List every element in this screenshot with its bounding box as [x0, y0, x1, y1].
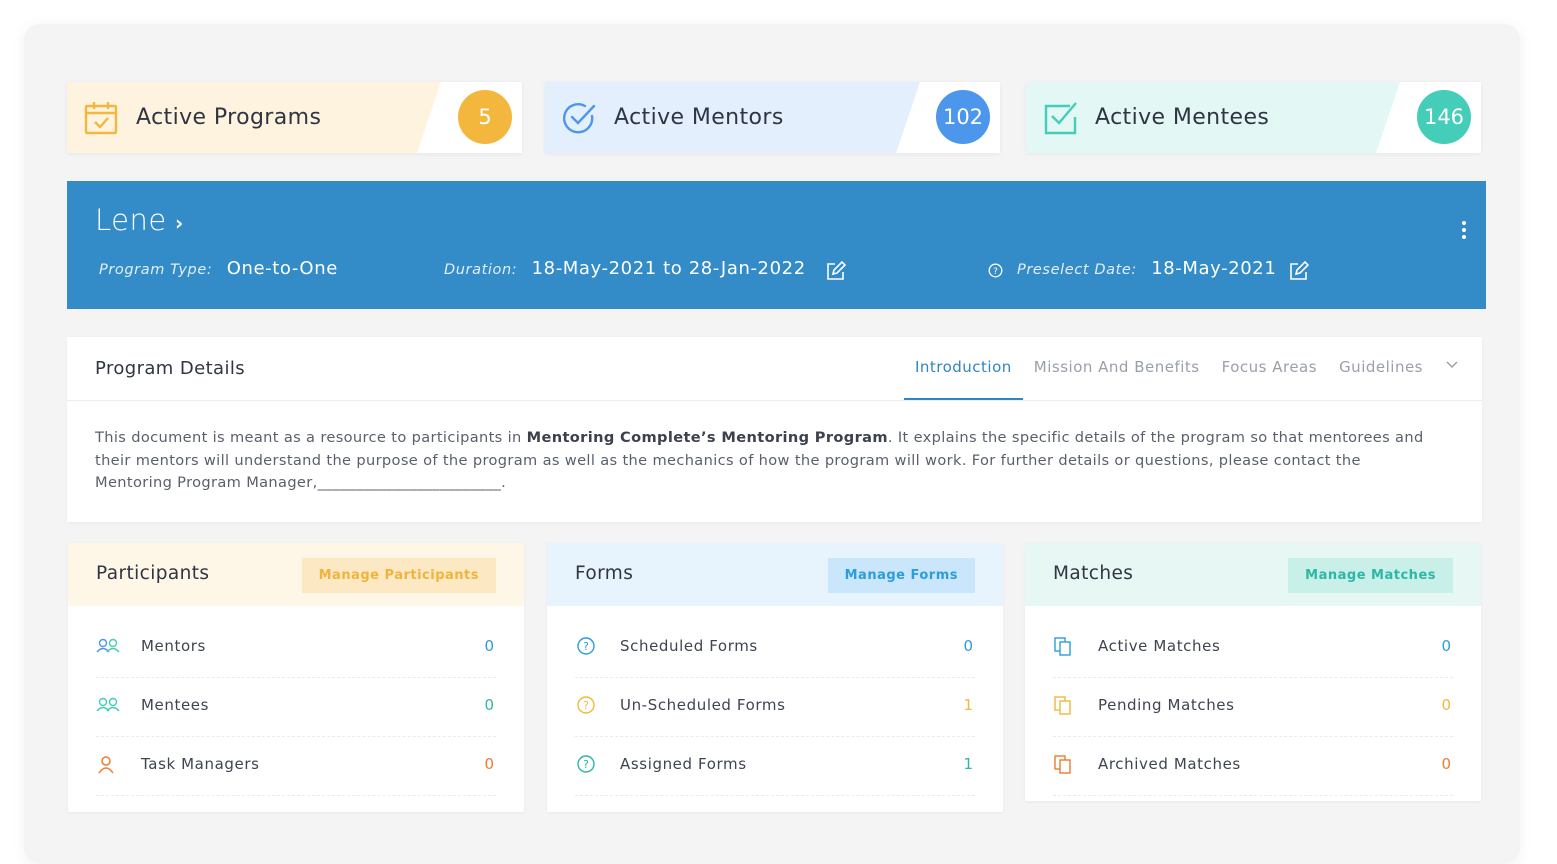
intro-text-start: This document is meant as a resource to … [95, 429, 527, 446]
program-banner: Lene › Program Type: One-to-One Duration… [67, 181, 1486, 309]
list-item-assigned-forms[interactable]: ? Assigned Forms 1 [575, 736, 975, 796]
program-details-header: Program Details Introduction Mission And… [67, 337, 1482, 401]
check-circle-icon [563, 103, 596, 134]
preselect-label: Preselect Date: [1017, 262, 1137, 278]
stat-label: Active Mentees [1095, 105, 1270, 130]
stat-label: Active Programs [136, 105, 322, 130]
stat-card-active-mentees[interactable]: Active Mentees 146 [1026, 82, 1481, 153]
chevron-down-icon[interactable] [1434, 337, 1460, 400]
program-introduction-text: This document is meant as a resource to … [95, 427, 1438, 495]
program-duration: Duration: 18-May-2021 to 28-Jan-2022 [444, 258, 806, 279]
forms-header: Forms Manage Forms [547, 543, 1003, 606]
row-count: 0 [963, 637, 973, 655]
preselect-value: 18-May-2021 [1151, 258, 1277, 279]
stat-count-badge: 102 [936, 90, 990, 144]
row-label: Un-Scheduled Forms [620, 696, 786, 714]
help-circle-icon: ? [577, 755, 595, 773]
row-label: Archived Matches [1098, 755, 1241, 773]
chevron-right-icon[interactable]: › [175, 211, 183, 235]
program-details-card: Program Details Introduction Mission And… [67, 337, 1482, 522]
users-icon [96, 638, 120, 653]
row-label: Scheduled Forms [620, 637, 758, 655]
row-label: Mentors [141, 637, 206, 655]
stat-card-active-mentors[interactable]: Active Mentors 102 [545, 82, 1000, 153]
stat-label: Active Mentors [614, 105, 784, 130]
participants-panel: Participants Manage Participants Mentors… [68, 543, 524, 812]
row-count: 0 [484, 696, 494, 714]
tab-mission-and-benefits[interactable]: Mission And Benefits [1023, 337, 1211, 400]
row-count: 0 [484, 755, 494, 773]
row-label: Assigned Forms [620, 755, 747, 773]
program-type: Program Type: One-to-One [99, 258, 338, 279]
duration-value: 18-May-2021 to 28-Jan-2022 [531, 258, 806, 279]
svg-text:?: ? [583, 640, 589, 653]
program-name[interactable]: Lene [95, 203, 167, 237]
help-circle-icon[interactable]: ? [988, 263, 1003, 278]
list-item-mentees[interactable]: Mentees 0 [96, 677, 496, 737]
tab-guidelines[interactable]: Guidelines [1328, 337, 1434, 400]
program-type-value: One-to-One [226, 258, 338, 279]
manage-participants-button[interactable]: Manage Participants [301, 558, 496, 593]
list-item-pending-matches[interactable]: Pending Matches 0 [1053, 677, 1453, 737]
manage-forms-button[interactable]: Manage Forms [827, 558, 975, 593]
list-item-mentors[interactable]: Mentors 0 [96, 618, 496, 678]
edit-duration-icon[interactable] [825, 261, 847, 281]
list-item-scheduled-forms[interactable]: ? Scheduled Forms 0 [575, 618, 975, 678]
users-icon [96, 697, 120, 712]
row-count: 0 [1441, 637, 1451, 655]
checkbox-icon [1044, 102, 1077, 135]
tab-introduction[interactable]: Introduction [903, 337, 1023, 400]
edit-preselect-icon[interactable] [1288, 261, 1310, 281]
row-label: Active Matches [1098, 637, 1221, 655]
row-count: 0 [1441, 696, 1451, 714]
list-item-unscheduled-forms[interactable]: ? Un-Scheduled Forms 1 [575, 677, 975, 737]
forms-panel: Forms Manage Forms ? Scheduled Forms 0 ?… [547, 543, 1003, 812]
copy-icon [1054, 755, 1071, 774]
help-circle-icon: ? [577, 637, 595, 655]
manage-matches-button[interactable]: Manage Matches [1288, 558, 1453, 593]
help-circle-icon: ? [577, 696, 595, 714]
stat-count-badge: 146 [1417, 90, 1471, 144]
participants-header: Participants Manage Participants [68, 543, 524, 606]
list-item-active-matches[interactable]: Active Matches 0 [1053, 618, 1453, 678]
copy-icon [1054, 637, 1071, 656]
svg-text:?: ? [993, 267, 998, 277]
stat-count-badge: 5 [458, 90, 512, 144]
svg-text:?: ? [583, 699, 589, 712]
forms-title: Forms [575, 563, 634, 584]
matches-header: Matches Manage Matches [1025, 543, 1481, 606]
row-count: 1 [963, 696, 973, 714]
row-count: 1 [963, 755, 973, 773]
copy-icon [1054, 696, 1071, 715]
participants-title: Participants [96, 563, 210, 584]
matches-panel: Matches Manage Matches Active Matches 0 … [1025, 543, 1481, 801]
calendar-check-icon [84, 102, 118, 135]
svg-text:?: ? [583, 758, 589, 771]
duration-label: Duration: [444, 262, 518, 278]
row-label: Mentees [141, 696, 210, 714]
row-count: 0 [1441, 755, 1451, 773]
row-label: Task Managers [141, 755, 260, 773]
intro-text-program-name: Mentoring Complete’s Mentoring Program [526, 429, 888, 446]
preselect-date: Preselect Date: 18-May-2021 [1017, 258, 1276, 279]
matches-title: Matches [1053, 563, 1134, 584]
row-count: 0 [484, 637, 494, 655]
row-label: Pending Matches [1098, 696, 1235, 714]
more-options-icon[interactable] [1462, 221, 1468, 242]
program-type-label: Program Type: [99, 262, 213, 278]
list-item-archived-matches[interactable]: Archived Matches 0 [1053, 736, 1453, 796]
tab-focus-areas[interactable]: Focus Areas [1211, 337, 1328, 400]
user-icon [98, 756, 114, 774]
list-item-task-managers[interactable]: Task Managers 0 [96, 736, 496, 796]
program-details-title: Program Details [95, 358, 246, 379]
details-tabs: Introduction Mission And Benefits Focus … [903, 337, 1460, 400]
stat-card-active-programs[interactable]: Active Programs 5 [67, 82, 522, 153]
